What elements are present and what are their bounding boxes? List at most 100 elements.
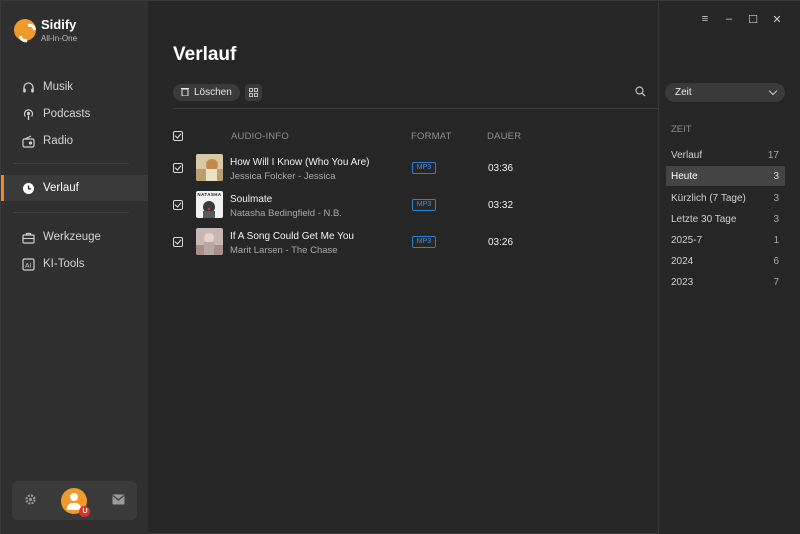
row-checkbox[interactable]	[173, 237, 183, 247]
nav-primary: Musik Podcasts Radio	[1, 74, 148, 154]
sidebar-item-musik[interactable]: Musik	[1, 74, 148, 100]
column-audio-info: AUDIO-INFO	[231, 131, 289, 142]
duration: 03:36	[488, 163, 514, 174]
toolbox-icon	[21, 230, 35, 244]
gear-icon[interactable]	[24, 493, 37, 509]
brand-name: Sidify	[41, 17, 77, 32]
sidebar-item-verlauf[interactable]: Verlauf	[1, 175, 148, 201]
ai-icon: AI	[21, 257, 35, 271]
row-checkbox[interactable]	[173, 200, 183, 210]
song-artist: Marit Larsen - The Chase	[230, 245, 338, 256]
sidebar-item-ki-tools[interactable]: AI KI-Tools	[1, 251, 148, 277]
filter-item[interactable]: Verlauf 17	[666, 145, 785, 165]
filter-count: 3	[773, 213, 779, 225]
table-row[interactable]: If A Song Could Get Me You Marit Larsen …	[173, 226, 658, 260]
window-controls: ≡ – ☐ ✕	[699, 13, 783, 26]
radio-icon	[21, 134, 35, 148]
headphones-icon	[21, 80, 35, 94]
filter-count: 1	[773, 234, 779, 246]
song-artist: Jessica Folcker - Jessica	[230, 171, 336, 182]
album-art	[196, 228, 223, 255]
svg-text:AI: AI	[25, 261, 31, 269]
table-row[interactable]: How Will I Know (Who You Are) Jessica Fo…	[173, 152, 658, 186]
delete-label: Löschen	[194, 87, 232, 98]
sidebar-item-label: Musik	[43, 81, 74, 93]
filter-label: Letzte 30 Tage	[671, 213, 737, 225]
sidify-logo-icon	[14, 19, 36, 41]
format-badge: MP3	[412, 199, 436, 211]
trash-icon	[181, 87, 189, 98]
grid-icon	[248, 86, 258, 100]
song-title: Soulmate	[230, 194, 273, 205]
app-window: Sidify All-In-One Musik Podcasts Radio V…	[0, 0, 800, 534]
podcast-icon	[21, 107, 35, 121]
nav-divider	[13, 163, 129, 164]
avatar[interactable]: U	[61, 487, 91, 517]
toolbar: Löschen	[173, 84, 262, 101]
page-title: Verlauf	[173, 44, 237, 65]
duration: 03:32	[488, 200, 514, 211]
select-all-checkbox[interactable]	[173, 131, 183, 141]
search-icon[interactable]	[635, 86, 649, 100]
album-art	[196, 154, 223, 181]
column-format: FORMAT	[411, 131, 452, 142]
filter-item[interactable]: 2023 7	[666, 272, 785, 292]
song-title: If A Song Could Get Me You	[230, 231, 354, 242]
brand-subtitle: All-In-One	[41, 34, 78, 43]
toolbar-divider	[173, 108, 658, 109]
sidebar-item-werkzeuge[interactable]: Werkzeuge	[1, 224, 148, 250]
sidebar-item-label: Radio	[43, 135, 74, 147]
sidebar: Sidify All-In-One Musik Podcasts Radio V…	[1, 1, 148, 534]
clock-icon	[21, 181, 35, 195]
sort-select[interactable]: Zeit	[665, 83, 785, 102]
filter-label: 2024	[671, 255, 694, 267]
minimize-icon[interactable]: –	[723, 13, 735, 26]
filter-item[interactable]: 2024 6	[666, 251, 785, 271]
delete-button[interactable]: Löschen	[173, 84, 240, 101]
filter-label: 2023	[671, 276, 694, 288]
filter-header: ZEIT	[671, 124, 692, 135]
table-row[interactable]: NATASHA Soulmate Natasha Bedingfield - N…	[173, 189, 658, 223]
filter-label: Kürzlich (7 Tage)	[671, 192, 746, 204]
format-badge: MP3	[412, 162, 436, 174]
filter-item[interactable]: Heute 3	[666, 166, 785, 186]
nav-tools: Werkzeuge AI KI-Tools	[1, 224, 148, 277]
filter-count: 3	[773, 170, 779, 182]
brand: Sidify All-In-One	[14, 17, 77, 43]
mail-icon[interactable]	[112, 494, 125, 508]
avatar-badge: U	[79, 505, 91, 517]
sidebar-item-label: KI-Tools	[43, 258, 85, 270]
song-artist: Natasha Bedingfield - N.B.	[230, 208, 342, 219]
filter-item[interactable]: 2025-7 1	[666, 230, 785, 250]
filter-panel: ≡ – ☐ ✕ Zeit ZEIT Verlauf 17 Heute 3 Kür…	[658, 1, 800, 534]
filter-label: Verlauf	[671, 149, 703, 161]
album-art-text: NATASHA	[197, 192, 222, 197]
filter-label: 2025-7	[671, 234, 703, 246]
sidebar-item-label: Werkzeuge	[43, 231, 101, 243]
nav-history: Verlauf	[1, 175, 148, 201]
album-art: NATASHA	[196, 191, 223, 218]
filter-item[interactable]: Kürzlich (7 Tage) 3	[666, 188, 785, 208]
row-checkbox[interactable]	[173, 163, 183, 173]
chevron-down-icon	[768, 86, 778, 96]
column-duration: DAUER	[487, 131, 522, 142]
grid-view-button[interactable]	[244, 84, 262, 101]
filter-count: 7	[773, 276, 779, 288]
menu-icon[interactable]: ≡	[699, 13, 711, 26]
sort-select-value: Zeit	[675, 87, 692, 98]
nav-divider	[13, 212, 129, 213]
filter-count: 6	[773, 255, 779, 267]
close-icon[interactable]: ✕	[771, 13, 783, 26]
sidebar-item-radio[interactable]: Radio	[1, 128, 148, 154]
sidebar-item-label: Verlauf	[43, 182, 79, 194]
duration: 03:26	[488, 237, 514, 248]
song-title: How Will I Know (Who You Are)	[230, 157, 370, 168]
sidebar-item-label: Podcasts	[43, 108, 91, 120]
filter-item[interactable]: Letzte 30 Tage 3	[666, 209, 785, 229]
main-content: Verlauf Löschen AUDIO-INFO FORMAT DAUER	[148, 1, 658, 534]
format-badge: MP3	[412, 236, 436, 248]
filter-count: 3	[773, 192, 779, 204]
sidebar-item-podcasts[interactable]: Podcasts	[1, 101, 148, 127]
maximize-icon[interactable]: ☐	[747, 13, 759, 26]
account-bar: U	[12, 481, 137, 520]
